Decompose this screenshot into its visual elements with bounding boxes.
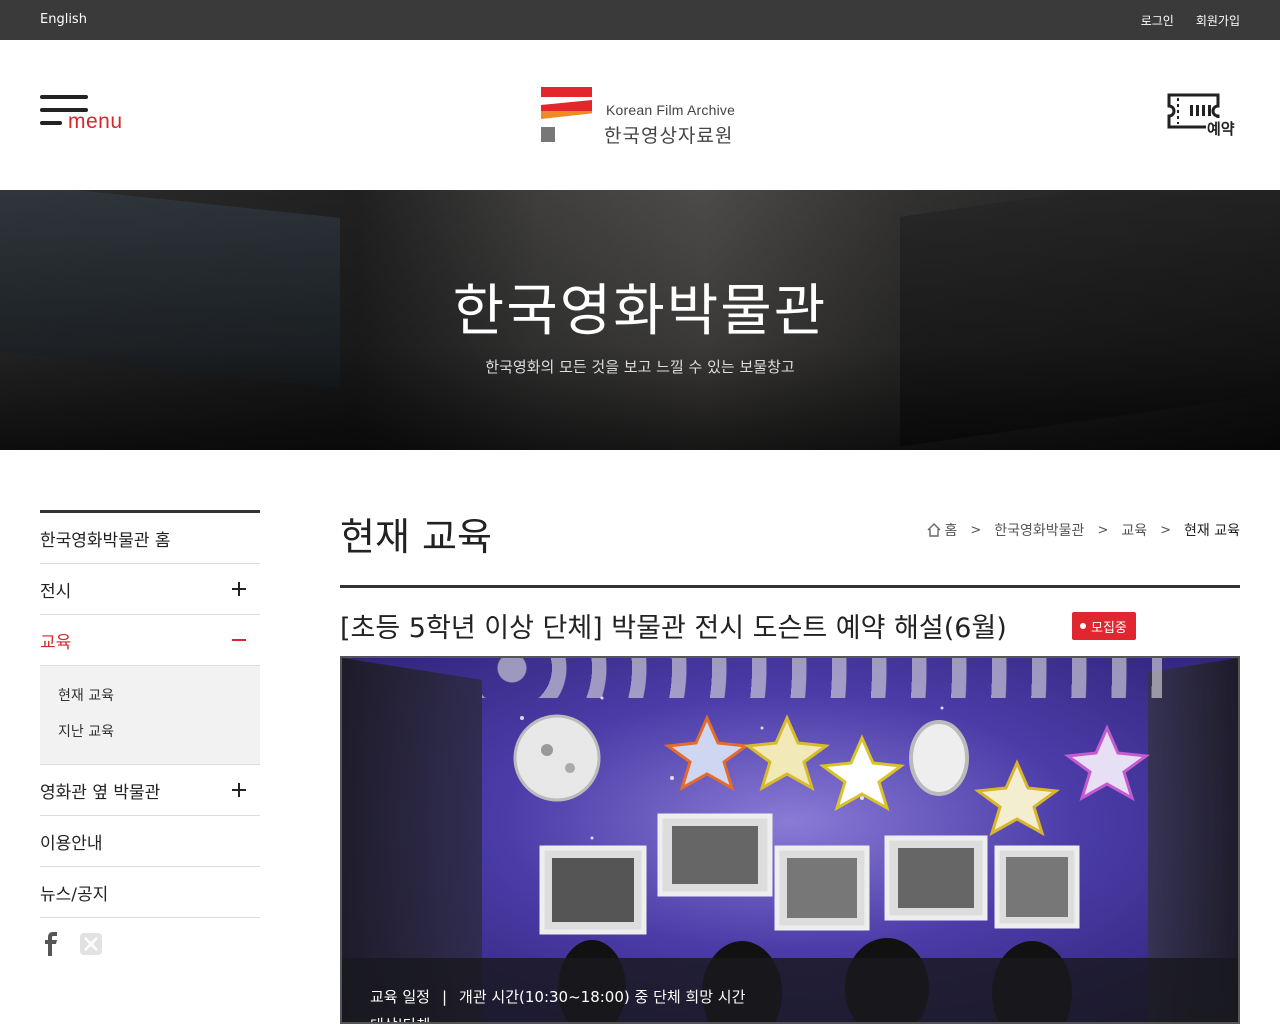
status-badge-label: 모집중 [1091,620,1127,636]
language-link-english[interactable]: English [40,12,87,27]
hamburger-icon [40,95,88,99]
chevron-right-icon: > [1160,522,1172,538]
hero-title: 한국영화박물관 [452,279,828,344]
logo-mark-orange [541,111,592,119]
schedule-key: 교육 일정 [370,988,430,1006]
target-value: 단체 [403,1016,431,1022]
utility-bar: English 로그인 회원가입 [0,0,1280,40]
sidebar-subitem-current-education[interactable]: 현재 교육 [58,680,242,716]
utility-links: 로그인 회원가입 [1141,12,1240,29]
chevron-right-icon: > [970,522,982,538]
logo-mark-red-mid [541,100,592,111]
sidebar-item-visitor-info[interactable]: 이용안내 [40,816,260,867]
menu-button[interactable]: menu [40,95,140,145]
logo-mark-red-top [541,87,592,97]
schedule-value: 개관 시간(10:30~18:00) 중 단체 희망 시간 [459,988,746,1006]
sidebar-item-education[interactable]: 교육 [40,615,260,666]
status-dot-icon [1080,623,1086,629]
breadcrumb-education[interactable]: 교육 [1121,520,1147,540]
target-row: 대상|단체 [370,1014,431,1022]
sidebar-nav: 한국영화박물관 홈 전시 교육 현재 교육 지난 교육 영화관 옆 박물관 이용… [40,510,260,918]
sidebar-item-label: 영화관 옆 박물관 [40,782,161,803]
plus-icon[interactable] [232,783,246,797]
logo-text-english: Korean Film Archive [606,102,736,118]
logo-mark-gray [541,127,555,142]
hero-subtitle: 한국영화의 모든 것을 보고 느낄 수 있는 보물창고 [485,358,795,376]
sidebar-item-exhibition[interactable]: 전시 [40,564,260,615]
home-icon [927,523,941,537]
page-title: 현재 교육 [340,515,492,559]
breadcrumb: 홈 > 한국영화박물관 > 교육 > 현재 교육 [926,520,1240,540]
hero-banner: 한국영화박물관 한국영화의 모든 것을 보고 느낄 수 있는 보물창고 [0,190,1280,450]
status-badge: 모집중 [1072,612,1136,640]
menu-label: menu [68,110,123,133]
sidebar-item-label: 교육 [40,632,72,653]
sidebar-item-label: 뉴스/공지 [40,884,109,905]
site-header: menu Korean Film Archive 한국영상자료원 예약 [0,40,1280,190]
chevron-right-icon: > [1097,522,1109,538]
title-divider [340,585,1240,588]
minus-icon[interactable] [232,633,246,647]
hamburger-icon-line [40,121,62,125]
breadcrumb-home[interactable]: 홈 [944,520,957,540]
sidebar-item-museum-home[interactable]: 한국영화박물관 홈 [40,513,260,564]
sidebar-submenu-education: 현재 교육 지난 교육 [40,666,260,765]
divider-pipe: | [441,988,448,1006]
target-key: 대상 [370,1016,398,1022]
login-link[interactable]: 로그인 [1141,12,1174,29]
reservation-button[interactable]: 예약 [1166,92,1240,140]
site-logo[interactable]: Korean Film Archive 한국영상자료원 [540,86,750,147]
plus-icon[interactable] [232,582,246,596]
sidebar-item-label: 전시 [40,581,72,602]
sidebar-item-news-notice[interactable]: 뉴스/공지 [40,867,260,918]
sidebar-item-label: 한국영화박물관 홈 [40,530,171,551]
sidebar-item-museum-beside-cinema[interactable]: 영화관 옆 박물관 [40,765,260,816]
signup-link[interactable]: 회원가입 [1196,12,1240,29]
program-poster-image: 교육 일정 | 개관 시간(10:30~18:00) 중 단체 희망 시간 대상|단… [340,656,1240,1024]
x-twitter-icon[interactable] [80,933,102,955]
post-title: [초등 5학년 이상 단체] 박물관 전시 도슨트 예약 해설(6월) [340,613,1007,644]
sidebar-item-label: 이용안내 [40,833,103,854]
reservation-label: 예약 [1206,118,1236,139]
sidebar-subitem-past-education[interactable]: 지난 교육 [58,716,242,752]
breadcrumb-museum[interactable]: 한국영화박물관 [994,520,1084,540]
sns-links [40,932,102,956]
program-info-overlay: 교육 일정 | 개관 시간(10:30~18:00) 중 단체 희망 시간 대상|단… [342,958,1238,1022]
breadcrumb-current: 현재 교육 [1184,523,1240,539]
logo-text-korean: 한국영상자료원 [604,125,734,147]
schedule-row: 교육 일정 | 개관 시간(10:30~18:00) 중 단체 희망 시간 [370,986,745,1007]
facebook-icon[interactable] [40,932,62,956]
